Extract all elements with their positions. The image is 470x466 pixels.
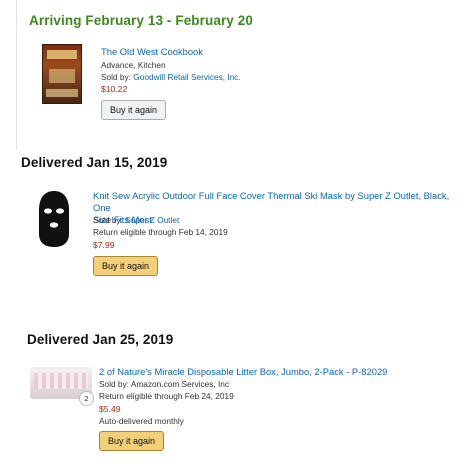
sold-by-label: Sold by: xyxy=(93,215,126,225)
buy-it-again-button[interactable]: Buy it again xyxy=(99,431,165,451)
product-title-link[interactable]: The Old West Cookbook xyxy=(101,46,203,58)
buy-it-again-button[interactable]: Buy it again xyxy=(101,100,167,120)
order-status-heading: Delivered Jan 15, 2019 xyxy=(21,155,168,170)
sold-by-label: Sold by: xyxy=(101,72,134,82)
seller-link[interactable]: Goodwill Retail Services, Inc. xyxy=(133,72,240,82)
litter-box-pattern xyxy=(34,373,88,389)
product-title-line[interactable]: Knit Sew Acrylic Outdoor Full Face Cover… xyxy=(93,190,453,214)
product-price: $10.22 xyxy=(101,84,128,94)
seller-link[interactable]: Super Z Outlet xyxy=(125,215,179,225)
quantity-badge: 2 xyxy=(79,391,94,406)
order-divider-line xyxy=(16,0,17,150)
order-status-heading: Arriving February 13 - February 20 xyxy=(29,13,253,28)
buy-it-again-button[interactable]: Buy it again xyxy=(93,256,159,276)
product-subtitle: Advance, Kitchen xyxy=(101,60,166,70)
sold-by-line: Sold by: Super Z Outlet xyxy=(93,215,179,226)
product-price: $5.49 xyxy=(99,404,121,414)
sold-by-line: Sold by: Goodwill Retail Services, Inc. xyxy=(101,72,241,83)
order-status-heading: Delivered Jan 25, 2019 xyxy=(27,332,174,347)
sold-by-line: Sold by: Amazon.com Services, Inc xyxy=(99,379,230,389)
product-title-link[interactable]: 2 of Nature's Miracle Disposable Litter … xyxy=(99,366,387,378)
product-thumbnail-ski-mask[interactable] xyxy=(36,190,72,248)
product-thumbnail-book[interactable] xyxy=(42,44,82,104)
book-cover-title-band xyxy=(47,50,77,59)
book-cover-footer-band xyxy=(46,89,78,97)
return-eligibility: Return eligible through Feb 14, 2019 xyxy=(93,227,228,237)
return-eligibility: Return eligible through Feb 24, 2019 xyxy=(99,391,234,401)
auto-delivery-note: Auto-delivered monthly xyxy=(99,416,184,426)
book-cover-illustration xyxy=(49,69,75,83)
product-price: $7.99 xyxy=(93,240,115,250)
